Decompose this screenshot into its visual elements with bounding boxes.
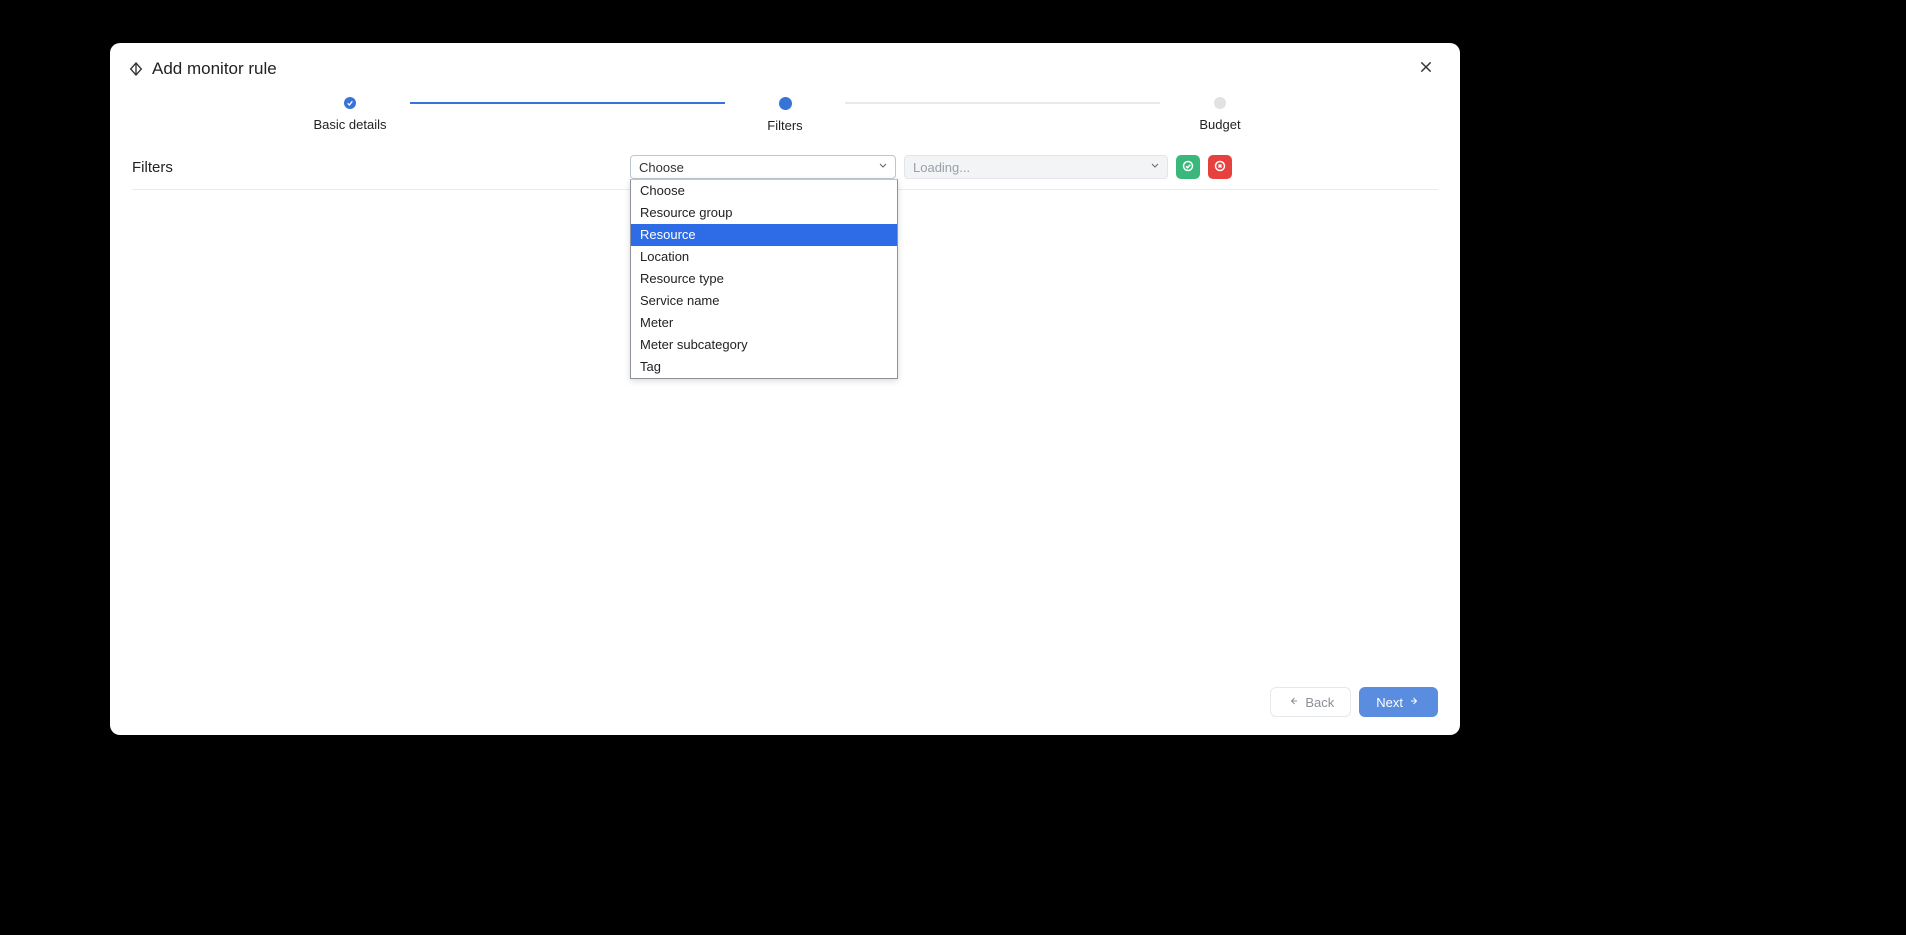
dropdown-option[interactable]: Location <box>631 246 897 268</box>
step-line <box>410 102 725 104</box>
step-label: Budget <box>1199 117 1240 132</box>
modal-header: Add monitor rule <box>110 43 1460 95</box>
filter-type-select[interactable]: Choose <box>630 155 896 179</box>
arrow-right-icon <box>1409 695 1421 710</box>
dropdown-option[interactable]: Resource <box>631 224 897 246</box>
back-label: Back <box>1305 695 1334 710</box>
back-button[interactable]: Back <box>1270 687 1351 717</box>
dropdown-option[interactable]: Resource group <box>631 202 897 224</box>
chevron-down-icon <box>1149 160 1161 175</box>
step-label: Filters <box>767 118 802 133</box>
dropdown-option[interactable]: Choose <box>631 180 897 202</box>
step-dot-current <box>779 97 792 110</box>
filter-type-dropdown: Choose Resource group Resource Location … <box>630 179 898 379</box>
filter-value-select[interactable]: Loading... <box>904 155 1168 179</box>
filter-controls: Choose Loading... <box>630 155 1438 179</box>
modal-title: Add monitor rule <box>152 59 277 79</box>
step-dot-upcoming <box>1214 97 1226 109</box>
step-budget: Budget <box>1160 97 1280 132</box>
filter-type-select-value: Choose <box>639 160 684 175</box>
step-line <box>845 102 1160 104</box>
dropdown-option[interactable]: Meter subcategory <box>631 334 897 356</box>
next-label: Next <box>1376 695 1403 710</box>
dropdown-option[interactable]: Meter <box>631 312 897 334</box>
close-button[interactable] <box>1414 57 1438 81</box>
confirm-filter-button[interactable] <box>1176 155 1200 179</box>
modal-body: Filters Choose Loading... <box>110 145 1460 673</box>
modal-title-wrap: Add monitor rule <box>128 59 277 79</box>
cancel-filter-button[interactable] <box>1208 155 1232 179</box>
step-label: Basic details <box>314 117 387 132</box>
chevron-down-icon <box>877 160 889 175</box>
step-dot-done <box>344 97 356 109</box>
filters-row: Filters Choose Loading... <box>132 145 1438 190</box>
section-label: Filters <box>132 159 630 176</box>
add-monitor-rule-modal: Add monitor rule Basic details Filters B… <box>110 43 1460 735</box>
step-filters: Filters <box>725 97 845 133</box>
filter-value-select-placeholder: Loading... <box>913 160 970 175</box>
next-button[interactable]: Next <box>1359 687 1438 717</box>
close-icon <box>1418 58 1434 81</box>
step-basic-details: Basic details <box>290 97 410 132</box>
wizard-stepper: Basic details Filters Budget <box>110 95 1460 145</box>
dropdown-option[interactable]: Tag <box>631 356 897 378</box>
dropdown-option[interactable]: Service name <box>631 290 897 312</box>
monitor-icon <box>128 61 144 77</box>
modal-footer: Back Next <box>110 673 1460 735</box>
x-circle-icon <box>1214 160 1226 175</box>
dropdown-option[interactable]: Resource type <box>631 268 897 290</box>
check-circle-icon <box>1182 160 1194 175</box>
arrow-left-icon <box>1287 695 1299 710</box>
